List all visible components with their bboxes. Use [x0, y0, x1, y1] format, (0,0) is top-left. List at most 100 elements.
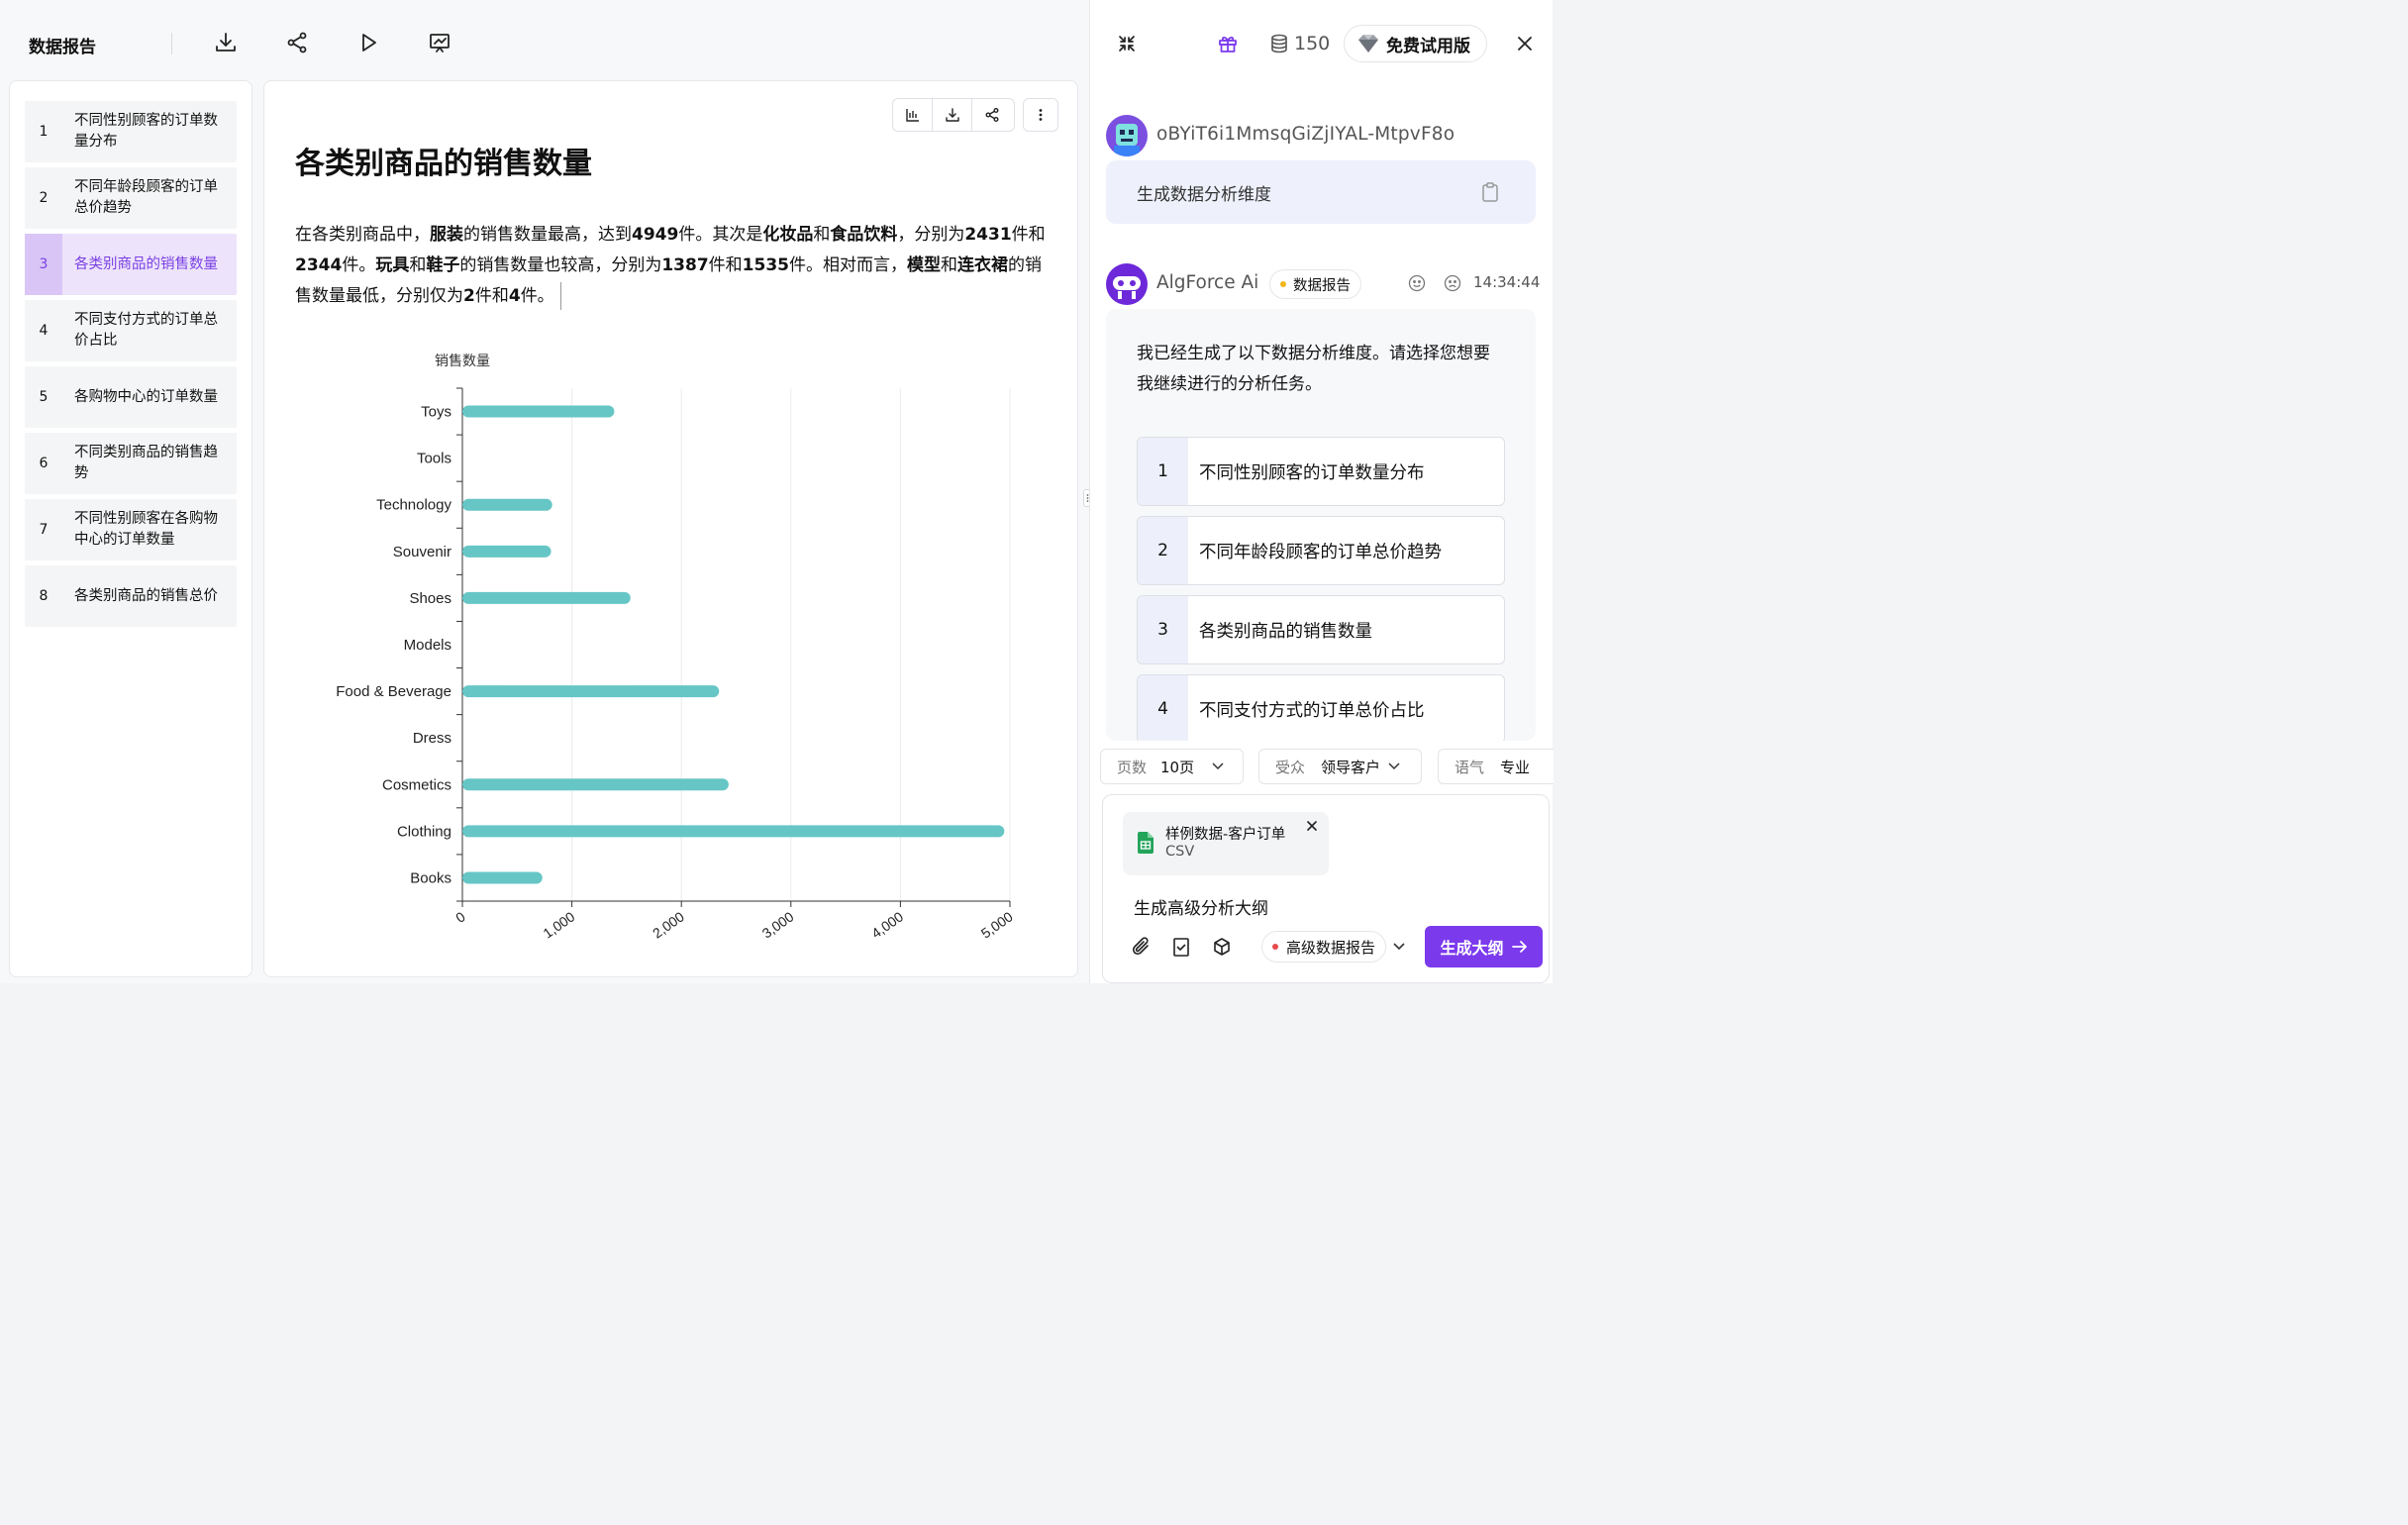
collapse-icon[interactable]: [1116, 33, 1138, 54]
tone-select[interactable]: 语气 专业: [1438, 749, 1554, 784]
slide-outline: 1 不同性别顾客的订单数量分布 2 不同年龄段顾客的订单总价趋势 3 各类别商品…: [9, 80, 252, 977]
analysis-option-label: 不同性别顾客的订单数量分布: [1199, 462, 1425, 483]
free-trial-label: 免费试用版: [1386, 36, 1470, 56]
outline-item[interactable]: 6 不同类别商品的销售趋势: [25, 433, 237, 494]
summary-text: 的销售数量也较高，分别为: [459, 255, 662, 275]
category-label: Technology: [376, 497, 452, 514]
category-label: Dress: [413, 730, 452, 747]
toolbar-divider: [171, 33, 172, 54]
summary-text: 件和: [708, 255, 743, 275]
outline-item[interactable]: 8 各类别商品的销售总价: [25, 565, 237, 627]
close-icon[interactable]: [1514, 33, 1536, 54]
credits-value: 150: [1294, 33, 1331, 54]
summary-text: 件和: [474, 286, 509, 306]
summary-highlight: 4949: [632, 225, 679, 245]
bar-chart: 销售数量 Toys Tools Technology Souvenir Shoes Mode…: [336, 353, 1016, 942]
summary-text: 和: [409, 255, 427, 275]
cube-icon[interactable]: [1211, 935, 1233, 959]
summary-highlight: 2: [463, 286, 475, 306]
slide-toolbar: [892, 98, 1015, 132]
generate-outline-label: 生成大纲: [1440, 939, 1504, 958]
analysis-option[interactable]: 2 不同年龄段顾客的订单总价趋势: [1137, 516, 1505, 585]
summary-highlight: 2344: [295, 255, 343, 275]
credits-counter: 150: [1270, 30, 1330, 57]
bot-avatar: [1106, 263, 1148, 305]
download-icon[interactable]: [213, 30, 239, 55]
category-label: Books: [410, 869, 452, 886]
analysis-option[interactable]: 3 各类别商品的销售数量: [1137, 595, 1505, 664]
audience-select[interactable]: 受众 领导客户: [1258, 749, 1422, 784]
copy-icon[interactable]: [1479, 180, 1501, 204]
summary-highlight: 连衣裙: [956, 255, 1008, 275]
analysis-option-label: 不同年龄段顾客的订单总价趋势: [1199, 542, 1442, 562]
attachment-card[interactable]: 样例数据-客户订单 CSV: [1123, 812, 1329, 875]
outline-item-number: 6: [39, 456, 49, 471]
bar: [462, 685, 720, 698]
outline-item-label: 各类别商品的销售总价: [74, 587, 218, 604]
summary-text: 件。相对而言，: [788, 255, 907, 275]
outline-item-number: 7: [39, 522, 49, 538]
x-tick-label: 4,000: [868, 908, 906, 941]
bar: [462, 405, 615, 418]
summary-text: 件。: [520, 286, 554, 306]
user-message-bubble: 生成数据分析维度: [1106, 160, 1536, 224]
category-label: Toys: [421, 404, 452, 421]
outline-item-label: 不同性别顾客的订单数量分布: [74, 113, 218, 150]
bar-chart-icon[interactable]: [893, 99, 933, 131]
analysis-option[interactable]: 1 不同性别顾客的订单数量分布: [1137, 437, 1505, 506]
presentation-icon[interactable]: [427, 30, 452, 55]
clipboard-check-icon[interactable]: [1170, 935, 1192, 959]
select-value: 专业: [1500, 758, 1531, 776]
share-icon[interactable]: [284, 30, 310, 55]
message-composer: 样例数据-客户订单 CSV 生成高级分析大纲 高级数据报告 生成大纲: [1102, 794, 1550, 983]
attachment-type: CSV: [1165, 844, 1195, 860]
outline-item-label: 各购物中心的订单数量: [74, 388, 218, 405]
diamond-icon: [1358, 35, 1378, 52]
user-avatar: [1106, 115, 1148, 156]
bar: [462, 871, 543, 884]
report-mode-label: 高级数据报告: [1286, 938, 1376, 957]
report-workspace: 数据报告 1 不同性别顾客的订单数量分布 2 不同年龄段顾客的订单总价趋势 3 …: [0, 0, 1095, 983]
analysis-option-label: 各类别商品的销售数量: [1199, 621, 1372, 642]
paperclip-icon[interactable]: [1131, 935, 1153, 959]
generate-outline-button[interactable]: 生成大纲: [1425, 926, 1543, 967]
top-toolbar: 数据报告: [0, 0, 1089, 79]
outline-item-label: 不同支付方式的订单总价占比: [74, 312, 218, 349]
share-icon[interactable]: [972, 99, 1012, 131]
analysis-option[interactable]: 4 不同支付方式的订单总价占比: [1137, 674, 1505, 741]
more-vertical-icon[interactable]: [1024, 99, 1057, 131]
summary-highlight: 1535: [742, 255, 789, 275]
gift-icon[interactable]: [1216, 32, 1240, 55]
slide-canvas: 各类别商品的销售数量 在各类别商品中，服装的销售数量最高，达到4949件。其次是…: [263, 80, 1078, 977]
outline-item-label: 不同年龄段顾客的订单总价趋势: [74, 179, 218, 216]
select-key: 语气: [1455, 758, 1485, 776]
outline-item[interactable]: 5 各购物中心的订单数量: [25, 366, 237, 428]
page-count-select[interactable]: 页数 10页: [1100, 749, 1244, 784]
slide-title: 各类别商品的销售数量: [295, 147, 592, 181]
outline-item[interactable]: 7 不同性别顾客在各购物中心的订单数量: [25, 499, 237, 560]
summary-text: 件和: [1011, 225, 1046, 245]
play-icon[interactable]: [355, 30, 381, 55]
report-mode-select[interactable]: 高级数据报告: [1261, 931, 1387, 963]
free-trial-button[interactable]: 免费试用版: [1344, 25, 1487, 62]
download-icon[interactable]: [933, 99, 972, 131]
coins-icon: [1271, 34, 1287, 53]
select-value: 10页: [1160, 758, 1195, 776]
bar: [462, 498, 552, 511]
outline-item-active[interactable]: 3 各类别商品的销售数量: [25, 234, 237, 295]
thumbs-down-frown-icon[interactable]: [1443, 273, 1462, 293]
chevron-down-icon[interactable]: [1393, 943, 1405, 951]
outline-item[interactable]: 4 不同支付方式的订单总价占比: [25, 300, 237, 361]
analysis-option-number: 4: [1138, 675, 1188, 741]
user-name: oBYiT6i1MmsqGiZjIYAL-MtpvF8o: [1156, 124, 1455, 145]
summary-highlight: 1387: [661, 255, 709, 275]
slide-summary-text[interactable]: 在各类别商品中，服装的销售数量最高，达到4949件。其次是化妆品和食品饮料，分别…: [295, 220, 1048, 312]
outline-item[interactable]: 2 不同年龄段顾客的订单总价趋势: [25, 167, 237, 229]
prompt-input[interactable]: 生成高级分析大纲: [1134, 894, 1268, 919]
thumbs-up-smile-icon[interactable]: [1407, 273, 1427, 293]
summary-text: 件。: [342, 255, 376, 275]
remove-attachment-icon[interactable]: [1304, 818, 1320, 834]
outline-item[interactable]: 1 不同性别顾客的订单数量分布: [25, 101, 237, 162]
category-label: Shoes: [409, 590, 452, 607]
outline-item-label: 各类别商品的销售数量: [74, 255, 218, 272]
